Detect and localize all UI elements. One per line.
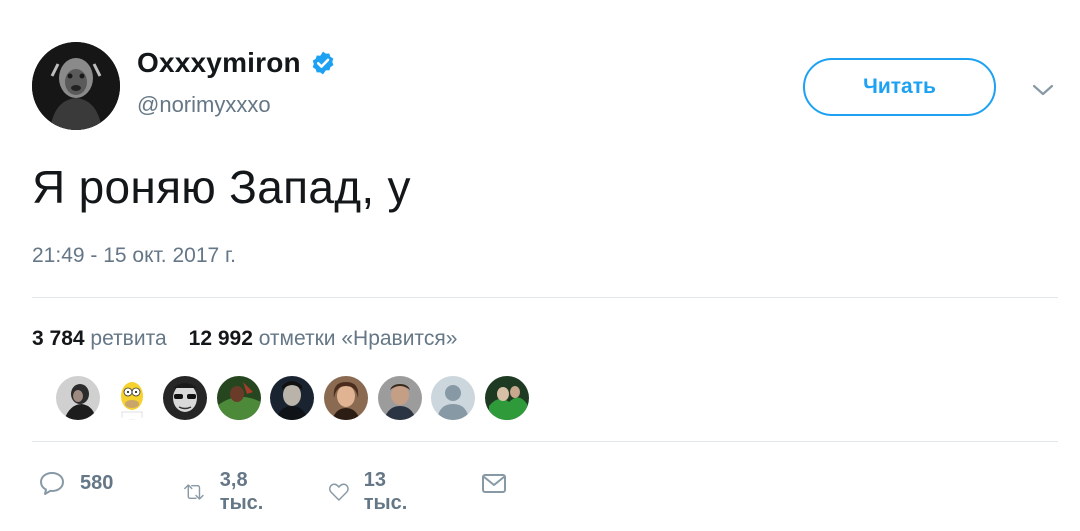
avatar-photo-icon bbox=[270, 376, 315, 420]
liker-avatar[interactable] bbox=[109, 376, 154, 420]
chevron-down-icon[interactable] bbox=[1030, 80, 1056, 100]
author-photo-icon bbox=[32, 42, 120, 130]
liker-avatar[interactable] bbox=[377, 376, 422, 420]
retweet-count: 3,8 тыс. bbox=[219, 469, 264, 514]
tweet-card: Oxxxymiron @norimyxxxo Читать Я роняю За… bbox=[0, 0, 1080, 531]
like-count: 13 тыс. bbox=[363, 469, 408, 514]
retweet-button[interactable]: 3,8 тыс. bbox=[182, 469, 274, 515]
tweet-stats: 3 784 ретвита 12 992 отметки «Нравится» bbox=[32, 327, 457, 351]
author-name-row: Oxxxymiron bbox=[137, 47, 336, 79]
envelope-icon bbox=[482, 474, 506, 493]
avatar-default-icon bbox=[431, 376, 476, 420]
follow-button[interactable]: Читать bbox=[803, 58, 996, 116]
liker-avatar[interactable] bbox=[56, 376, 100, 420]
avatar-photo-icon bbox=[216, 376, 261, 420]
liker-avatar[interactable] bbox=[323, 376, 368, 420]
likes-label: отметки «Нравится» bbox=[258, 327, 458, 350]
tweet-timestamp[interactable]: 21:49 - 15 окт. 2017 г. bbox=[32, 244, 236, 268]
retweets-label: ретвита bbox=[90, 327, 167, 350]
retweets-count: 3 784 bbox=[32, 327, 85, 350]
reply-button[interactable]: 580 bbox=[38, 469, 113, 497]
avatar-photo-icon bbox=[377, 376, 422, 420]
author-avatar[interactable] bbox=[32, 42, 120, 130]
likers-avatar-list bbox=[56, 376, 538, 420]
liker-avatar[interactable] bbox=[270, 376, 315, 420]
liker-avatar[interactable] bbox=[431, 376, 476, 420]
divider bbox=[32, 441, 1058, 442]
direct-message-button[interactable] bbox=[480, 469, 508, 497]
retweets-stat[interactable]: 3 784 ретвита bbox=[32, 327, 167, 350]
heart-icon bbox=[328, 483, 349, 501]
avatar-photo-icon bbox=[163, 376, 208, 420]
avatar-photo-icon bbox=[484, 376, 529, 420]
liker-avatar[interactable] bbox=[216, 376, 261, 420]
tweet-text: Я роняю Запад, у bbox=[32, 161, 411, 213]
liker-avatar[interactable] bbox=[163, 376, 208, 420]
verified-badge-icon bbox=[310, 50, 336, 76]
liker-avatar[interactable] bbox=[484, 376, 529, 420]
retweet-icon bbox=[184, 484, 204, 500]
author-name[interactable]: Oxxxymiron bbox=[137, 47, 301, 79]
likes-count: 12 992 bbox=[188, 327, 253, 350]
avatar-photo-icon bbox=[56, 376, 100, 420]
like-button[interactable]: 13 тыс. bbox=[328, 469, 416, 515]
likes-stat[interactable]: 12 992 отметки «Нравится» bbox=[189, 327, 458, 350]
avatar-cartoon-icon bbox=[109, 376, 154, 420]
reply-count: 580 bbox=[80, 471, 114, 494]
avatar-photo-icon bbox=[323, 376, 368, 420]
divider bbox=[32, 297, 1058, 298]
reply-icon bbox=[40, 472, 64, 495]
author-handle[interactable]: @norimyxxxo bbox=[137, 92, 271, 118]
